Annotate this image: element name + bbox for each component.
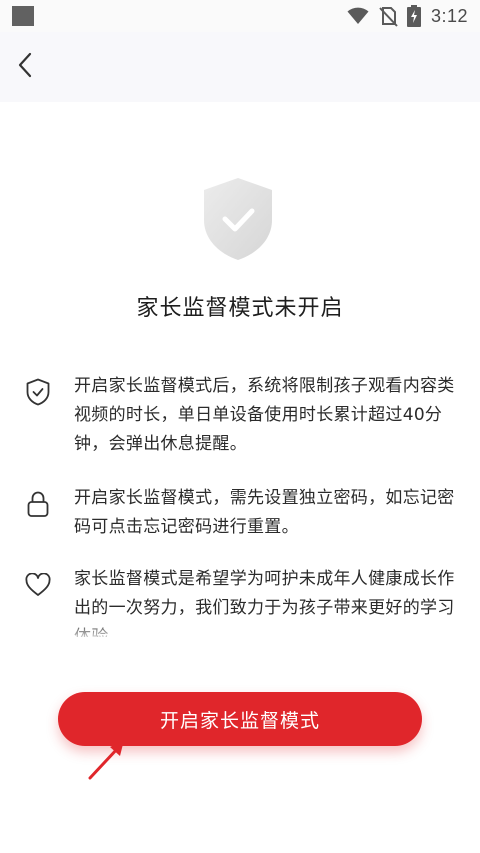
header — [0, 32, 480, 102]
info-item-time-limit: 开启家长监督模式后，系统将限制孩子观看内容类视频的时长，单日单设备使用时长累计超… — [22, 372, 462, 462]
status-icons: 3:12 — [347, 0, 468, 32]
status-time: 3:12 — [430, 5, 468, 26]
no-sim-icon — [379, 7, 398, 27]
info-item-text: 开启家长监督模式，需先设置独立密码，如忘记密码可点击忘记密码进行重置。 — [74, 488, 455, 537]
back-button[interactable] — [10, 48, 40, 82]
notification-square-icon — [12, 6, 34, 26]
battery-charging-icon — [406, 5, 421, 27]
shield-check-outline-icon — [26, 378, 50, 406]
shield-check-icon — [204, 178, 272, 260]
lock-icon — [27, 491, 49, 517]
scroll-fade — [0, 625, 480, 643]
status-bar: 3:12 — [0, 0, 480, 32]
wifi-icon — [347, 7, 369, 24]
chevron-left-icon — [18, 52, 32, 78]
page-title: 家长监督模式未开启 — [136, 296, 344, 321]
annotation-arrow-icon — [88, 740, 124, 780]
info-item-text: 开启家长监督模式后，系统将限制孩子观看内容类视频的时长，单日单设备使用时长累计超… — [74, 376, 455, 454]
info-item-password: 开启家长监督模式，需先设置独立密码，如忘记密码可点击忘记密码进行重置。 — [22, 484, 462, 544]
heart-icon — [25, 573, 51, 596]
